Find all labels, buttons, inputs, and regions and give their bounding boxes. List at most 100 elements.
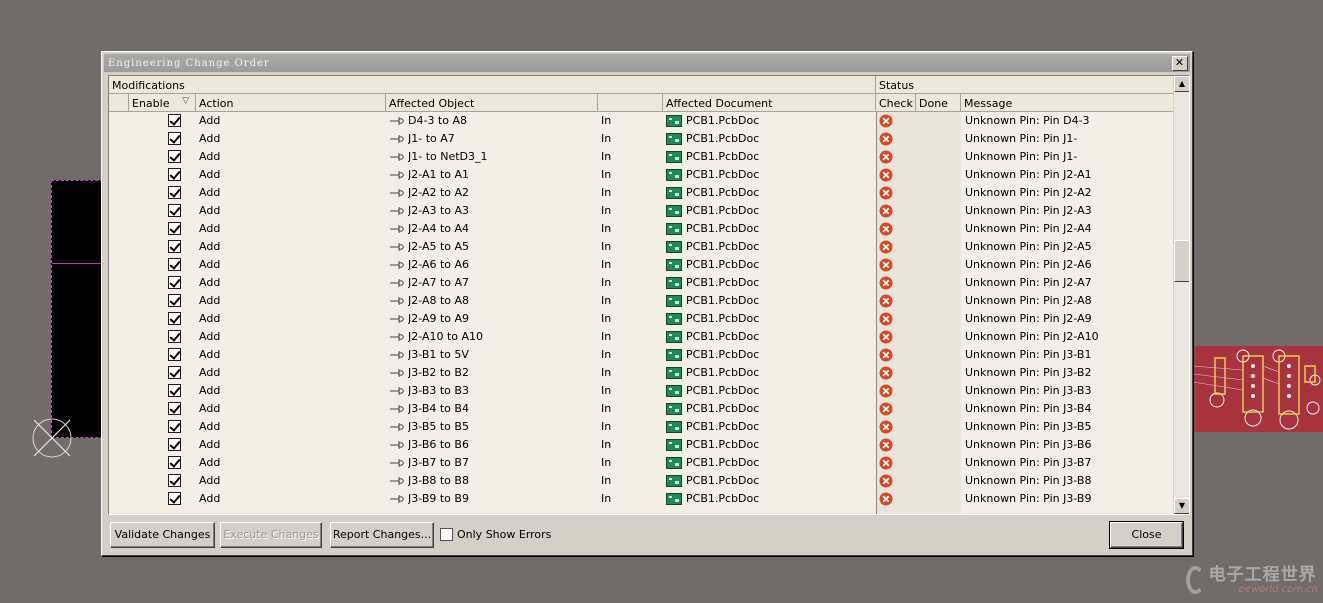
enable-checkbox[interactable] — [168, 438, 181, 451]
table-row[interactable]: Add J3-B4 to B4 In PCB1.PcbDoc Unknown P… — [109, 400, 1175, 418]
column-header-done[interactable]: Done — [916, 94, 961, 112]
close-icon[interactable]: ✕ — [1172, 56, 1188, 71]
group-header-modifications: Modifications — [109, 76, 876, 94]
enable-checkbox[interactable] — [168, 366, 181, 379]
table-row[interactable]: Add D4-3 to A8 In PCB1.PcbDoc Unknown Pi… — [109, 112, 1175, 130]
column-header-enable[interactable]: Enable ▽ — [129, 94, 196, 112]
affected-document-cell: PCB1.PcbDoc — [686, 132, 760, 145]
enable-checkbox[interactable] — [168, 222, 181, 235]
affected-document-cell: PCB1.PcbDoc — [686, 330, 760, 343]
message-cell: Unknown Pin: Pin J3-B9 — [965, 492, 1092, 505]
affected-object-cell: J3-B9 to B9 — [408, 492, 469, 505]
enable-checkbox[interactable] — [168, 258, 181, 271]
enable-checkbox[interactable] — [168, 150, 181, 163]
column-header-check[interactable]: Check — [876, 94, 916, 112]
affected-document-cell: PCB1.PcbDoc — [686, 474, 760, 487]
enable-checkbox[interactable] — [168, 330, 181, 343]
table-row[interactable]: Add J3-B9 to B9 In PCB1.PcbDoc Unknown P… — [109, 490, 1175, 508]
message-cell: Unknown Pin: Pin J2-A7 — [965, 276, 1092, 289]
column-header-message[interactable]: Message — [961, 94, 1175, 112]
message-cell: Unknown Pin: Pin J3-B6 — [965, 438, 1092, 451]
direction-cell: In — [601, 420, 612, 433]
scroll-down-icon[interactable]: ▼ — [1174, 498, 1189, 514]
table-row[interactable]: Add J3-B6 to B6 In PCB1.PcbDoc Unknown P… — [109, 436, 1175, 454]
execute-changes-button[interactable]: Execute Changes — [220, 522, 322, 548]
affected-object-cell: J3-B3 to B3 — [408, 384, 469, 397]
column-header-affected-document[interactable]: Affected Document — [663, 94, 876, 112]
table-row[interactable]: Add J2-A9 to A9 In PCB1.PcbDoc Unknown P… — [109, 310, 1175, 328]
table-row[interactable]: Add J3-B3 to B3 In PCB1.PcbDoc Unknown P… — [109, 382, 1175, 400]
affected-object-cell: J2-A2 to A2 — [408, 186, 470, 199]
vertical-scrollbar[interactable]: ▲ ▼ — [1173, 76, 1189, 514]
table-row[interactable]: Add J2-A5 to A5 In PCB1.PcbDoc Unknown P… — [109, 238, 1175, 256]
table-row[interactable]: Add J3-B8 to B8 In PCB1.PcbDoc Unknown P… — [109, 472, 1175, 490]
table-row[interactable]: Add J2-A6 to A6 In PCB1.PcbDoc Unknown P… — [109, 256, 1175, 274]
direction-cell: In — [601, 222, 612, 235]
error-icon — [879, 438, 893, 452]
only-show-errors-checkbox[interactable] — [440, 528, 453, 541]
table-row[interactable]: Add J2-A2 to A2 In PCB1.PcbDoc Unknown P… — [109, 184, 1175, 202]
pcb-document-icon — [666, 115, 682, 127]
watermark-cn: 电子工程世界 — [1208, 564, 1317, 585]
table-row[interactable]: Add J2-A7 to A7 In PCB1.PcbDoc Unknown P… — [109, 274, 1175, 292]
pcb-document-icon — [666, 241, 682, 253]
only-show-errors-toggle[interactable]: Only Show Errors — [440, 528, 551, 541]
column-header-action[interactable]: Action — [196, 94, 386, 112]
validate-changes-button[interactable]: Validate Changes — [110, 522, 215, 548]
column-header-affected-object[interactable]: Affected Object — [386, 94, 598, 112]
table-row[interactable]: Add J3-B5 to B5 In PCB1.PcbDoc Unknown P… — [109, 418, 1175, 436]
direction-cell: In — [601, 330, 612, 343]
table-row[interactable]: Add J2-A8 to A8 In PCB1.PcbDoc Unknown P… — [109, 292, 1175, 310]
table-row[interactable]: Add J1- to NetD3_1 In PCB1.PcbDoc Unknow… — [109, 148, 1175, 166]
enable-checkbox[interactable] — [168, 420, 181, 433]
action-cell: Add — [199, 150, 221, 163]
dialog-title: Engineering Change Order — [108, 57, 270, 69]
enable-checkbox[interactable] — [168, 276, 181, 289]
enable-checkbox[interactable] — [168, 492, 181, 505]
message-cell: Unknown Pin: Pin J2-A3 — [965, 204, 1092, 217]
scrollbar-thumb[interactable] — [1174, 240, 1189, 282]
table-row[interactable]: Add J3-B7 to B7 In PCB1.PcbDoc Unknown P… — [109, 454, 1175, 472]
scroll-up-icon[interactable]: ▲ — [1174, 76, 1189, 92]
table-row[interactable]: Add J2-A10 to A10 In PCB1.PcbDoc Unknown… — [109, 328, 1175, 346]
error-icon — [879, 276, 893, 290]
enable-checkbox[interactable] — [168, 132, 181, 145]
close-button[interactable]: Close — [1109, 521, 1184, 549]
table-row[interactable]: Add J2-A4 to A4 In PCB1.PcbDoc Unknown P… — [109, 220, 1175, 238]
direction-cell: In — [601, 258, 612, 271]
connection-icon — [390, 279, 404, 287]
enable-checkbox[interactable] — [168, 348, 181, 361]
enable-checkbox[interactable] — [168, 168, 181, 181]
enable-checkbox[interactable] — [168, 186, 181, 199]
table-row[interactable]: Add J2-A1 to A1 In PCB1.PcbDoc Unknown P… — [109, 166, 1175, 184]
enable-checkbox[interactable] — [168, 456, 181, 469]
connection-icon — [390, 351, 404, 359]
sort-arrow-icon: ▽ — [182, 96, 189, 106]
error-icon — [879, 330, 893, 344]
dialog-titlebar[interactable]: Engineering Change Order ✕ — [104, 54, 1190, 72]
affected-object-cell: J3-B5 to B5 — [408, 420, 469, 433]
table-row[interactable]: Add J2-A3 to A3 In PCB1.PcbDoc Unknown P… — [109, 202, 1175, 220]
direction-cell: In — [601, 168, 612, 181]
enable-checkbox[interactable] — [168, 294, 181, 307]
enable-checkbox[interactable] — [168, 240, 181, 253]
table-row[interactable]: Add J3-B1 to 5V In PCB1.PcbDoc Unknown P… — [109, 346, 1175, 364]
pcb-document-icon — [666, 259, 682, 271]
action-cell: Add — [199, 222, 221, 235]
enable-checkbox[interactable] — [168, 384, 181, 397]
enable-checkbox[interactable] — [168, 474, 181, 487]
enable-checkbox[interactable] — [168, 402, 181, 415]
table-row[interactable]: Add J3-B2 to B2 In PCB1.PcbDoc Unknown P… — [109, 364, 1175, 382]
column-header-direction[interactable] — [598, 94, 663, 112]
enable-checkbox[interactable] — [168, 312, 181, 325]
table-row[interactable]: Add J1- to A7 In PCB1.PcbDoc Unknown Pin… — [109, 130, 1175, 148]
enable-checkbox[interactable] — [168, 204, 181, 217]
report-changes-button[interactable]: Report Changes... — [330, 522, 434, 548]
enable-checkbox[interactable] — [168, 114, 181, 127]
direction-cell: In — [601, 150, 612, 163]
connection-icon — [390, 387, 404, 395]
error-icon — [879, 366, 893, 380]
affected-document-cell: PCB1.PcbDoc — [686, 438, 760, 451]
pcb-document-icon — [666, 385, 682, 397]
affected-document-cell: PCB1.PcbDoc — [686, 168, 760, 181]
